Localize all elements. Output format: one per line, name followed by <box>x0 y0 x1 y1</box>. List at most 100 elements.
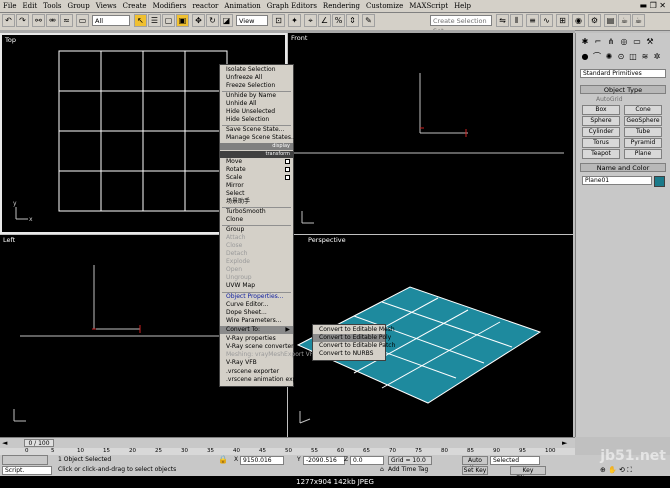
mirror-icon[interactable]: ⇋ <box>496 14 509 27</box>
time-next-icon[interactable]: ► <box>562 439 570 447</box>
hierarchy-tab-icon[interactable]: ⋔ <box>606 37 616 47</box>
scale-settings-icon[interactable] <box>285 175 290 180</box>
bind-space-warp-icon[interactable]: ≈ <box>60 14 73 27</box>
menu-graph-editors[interactable]: Graph Editors <box>264 0 320 12</box>
menu-object-properties[interactable]: Object Properties... <box>220 293 293 301</box>
object-type-rollout[interactable]: Object Type <box>580 85 666 94</box>
menu-tools[interactable]: Tools <box>40 0 64 12</box>
object-color-swatch[interactable] <box>654 176 665 187</box>
rectangle-selection-icon[interactable]: ▢ <box>162 14 175 27</box>
menu-rendering[interactable]: Rendering <box>320 0 363 12</box>
link-icon[interactable]: ⚯ <box>32 14 45 27</box>
edit-named-selection-icon[interactable]: ✎ <box>362 14 375 27</box>
display-tab-icon[interactable]: ▭ <box>632 37 642 47</box>
select-manipulate-icon[interactable]: ✦ <box>288 14 301 27</box>
box-button[interactable]: Box <box>582 105 620 115</box>
percent-snap-icon[interactable]: % <box>332 14 345 27</box>
menu-group[interactable]: Group <box>65 0 93 12</box>
z-coord-field[interactable]: 0.0 <box>350 456 384 465</box>
menu-animation[interactable]: Animation <box>221 0 263 12</box>
menu-maxscript[interactable]: MAXScript <box>406 0 451 12</box>
menu-convert-editable-poly[interactable]: Convert to Editable Poly <box>313 334 391 342</box>
y-coord-field[interactable]: -2090.516 <box>303 456 345 465</box>
layer-manager-icon[interactable]: ≡ <box>526 14 539 27</box>
x-coord-field[interactable]: 9150.016 <box>240 456 284 465</box>
menu-vrscene-exporter[interactable]: .vrscene exporter <box>220 368 293 376</box>
menu-isolate-selection[interactable]: Isolate Selection <box>220 66 293 74</box>
menu-convert-editable-mesh[interactable]: Convert to Editable Mesh <box>313 326 395 334</box>
select-scale-icon[interactable]: ◪ <box>220 14 233 27</box>
menu-convert-editable-patch[interactable]: Convert to Editable Patch <box>313 342 395 350</box>
menu-uvw-map[interactable]: UVW Map <box>220 282 293 290</box>
redo-icon[interactable]: ↷ <box>16 14 29 27</box>
menu-unhide-all[interactable]: Unhide All <box>220 100 293 108</box>
cylinder-button[interactable]: Cylinder <box>582 127 620 137</box>
move-settings-icon[interactable] <box>285 159 290 164</box>
spinner-snap-icon[interactable]: ⇕ <box>346 14 359 27</box>
pivot-center-icon[interactable]: ⊡ <box>272 14 285 27</box>
render-setup-icon[interactable]: ⚙ <box>588 14 601 27</box>
menu-clone[interactable]: Clone <box>220 216 293 224</box>
selection-lock-icon[interactable]: 🔒 <box>218 455 228 464</box>
cameras-icon[interactable]: ⊙ <box>616 52 626 62</box>
menu-unhide-by-name[interactable]: Unhide by Name <box>220 92 293 100</box>
menu-hide-selection[interactable]: Hide Selection <box>220 116 293 124</box>
menu-help[interactable]: Help <box>451 0 474 12</box>
space-warps-icon[interactable]: ≋ <box>640 52 650 62</box>
menu-turbosmooth[interactable]: TurboSmooth <box>220 208 293 216</box>
undo-icon[interactable]: ↶ <box>2 14 15 27</box>
menu-manage-scene-states[interactable]: Manage Scene States... <box>220 134 297 142</box>
menu-move[interactable]: Move <box>220 158 293 166</box>
autogrid-checkbox[interactable]: AutoGrid <box>596 96 623 103</box>
render-frame-icon[interactable]: ▤ <box>604 14 617 27</box>
select-by-name-icon[interactable]: ☰ <box>148 14 161 27</box>
curve-editor-icon[interactable]: ∿ <box>540 14 553 27</box>
time-slider-thumb[interactable]: 0 / 100 <box>24 439 54 447</box>
viewport-front[interactable]: Front <box>288 33 573 234</box>
reference-coord-dropdown[interactable]: View <box>236 15 268 26</box>
window-controls-icon[interactable]: ▬ ❐ ✕ <box>639 1 666 10</box>
unlink-icon[interactable]: ⚮ <box>46 14 59 27</box>
name-and-color-rollout[interactable]: Name and Color <box>580 163 666 172</box>
tube-button[interactable]: Tube <box>624 127 662 137</box>
helpers-icon[interactable]: ◫ <box>628 52 638 62</box>
menu-vray-scene-converter[interactable]: V-Ray scene converter <box>220 343 294 351</box>
select-object-icon[interactable]: ↖ <box>134 14 147 27</box>
modify-tab-icon[interactable]: ⌐ <box>593 37 603 47</box>
menu-wire-parameters[interactable]: Wire Parameters... <box>220 317 293 325</box>
plane-button[interactable]: Plane <box>624 149 662 159</box>
create-tab-icon[interactable]: ✱ <box>580 37 590 47</box>
teapot-button[interactable]: Teapot <box>582 149 620 159</box>
menu-vray-vfb[interactable]: V-Ray VFB <box>220 359 293 367</box>
utilities-tab-icon[interactable]: ⚒ <box>645 37 655 47</box>
lights-icon[interactable]: ✺ <box>604 52 614 62</box>
menu-edit[interactable]: Edit <box>19 0 40 12</box>
menu-mirror[interactable]: Mirror <box>220 182 293 190</box>
menu-scale[interactable]: Scale <box>220 174 293 182</box>
menu-create[interactable]: Create <box>120 0 150 12</box>
maxscript-listener-mini[interactable] <box>2 455 48 465</box>
sphere-button[interactable]: Sphere <box>582 116 620 126</box>
time-prev-icon[interactable]: ◄ <box>2 439 10 447</box>
set-key-button[interactable]: Set Key <box>462 466 488 475</box>
object-name-field[interactable]: Plane01 <box>582 176 652 185</box>
menu-scene-helper[interactable]: 场景助手 <box>220 198 293 206</box>
schematic-view-icon[interactable]: ⊞ <box>556 14 569 27</box>
menu-file[interactable]: File <box>0 0 19 12</box>
angle-snap-icon[interactable]: ∠ <box>318 14 331 27</box>
maxscript-field[interactable]: Script. <box>2 466 52 475</box>
render-last-icon[interactable]: ☕ <box>632 14 645 27</box>
cone-button[interactable]: Cone <box>624 105 662 115</box>
menu-views[interactable]: Views <box>93 0 120 12</box>
category-dropdown[interactable]: Standard Primitives <box>580 69 666 78</box>
window-crossing-icon[interactable]: ▣ <box>176 14 189 27</box>
key-filters-button[interactable]: Key Filters... <box>510 466 546 482</box>
rotate-settings-icon[interactable] <box>285 167 290 172</box>
menu-group[interactable]: Group <box>220 226 293 234</box>
quick-render-icon[interactable]: ☕ <box>618 14 631 27</box>
menu-rotate[interactable]: Rotate <box>220 166 293 174</box>
align-icon[interactable]: ⫴ <box>510 14 523 27</box>
track-bar[interactable]: 0 5 10 15 20 25 30 35 40 45 50 55 60 65 70 75 80 85 90 95 10… <box>0 448 575 455</box>
menu-vray-properties[interactable]: V-Ray properties <box>220 335 293 343</box>
menu-convert-to[interactable]: Convert To: <box>220 326 293 334</box>
